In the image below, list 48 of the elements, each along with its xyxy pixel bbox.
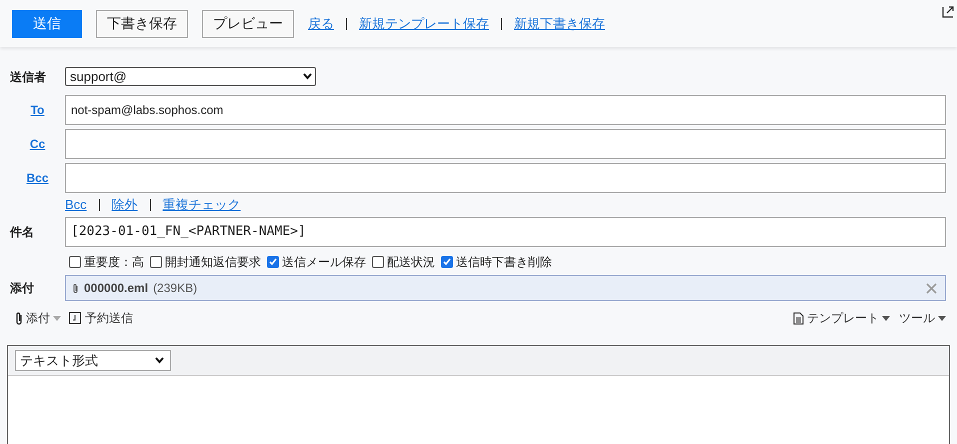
toolbar-button[interactable]: 下書き保存	[96, 10, 188, 38]
format-select[interactable]: テキスト形式	[15, 350, 171, 371]
checkbox-label: 配送状況	[387, 254, 435, 270]
tools-button[interactable]: ツール	[899, 309, 946, 327]
chevron-icon	[155, 357, 164, 364]
toolbar-button[interactable]: 送信	[12, 10, 82, 38]
field-label: 件名	[10, 225, 34, 239]
input-field[interactable]	[65, 163, 946, 193]
subject-field[interactable]: [2023-01-01_FN_<PARTNER-NAME>]	[65, 217, 946, 247]
chevron-icon	[303, 73, 312, 80]
toolbar-link[interactable]: 新規テンプレート保存	[359, 14, 489, 34]
toolbar-button[interactable]: プレビュー	[202, 10, 294, 38]
recipient-link[interactable]: To	[30, 103, 44, 117]
input-field[interactable]	[65, 129, 946, 159]
paperclip-icon	[15, 312, 23, 324]
checkbox-label: 重要度：高	[84, 254, 144, 270]
schedule-button[interactable]: 予約送信	[69, 309, 133, 327]
toolbar-link[interactable]: 戻る	[308, 14, 334, 34]
expand-icon[interactable]	[942, 6, 954, 18]
checkbox[interactable]	[150, 256, 162, 268]
caret-icon	[53, 316, 61, 320]
field-label: 添付	[10, 281, 34, 295]
address-link[interactable]: 重複チェック	[162, 194, 241, 214]
checkbox-label: 開封通知返信要求	[165, 254, 261, 270]
clock-icon	[69, 312, 81, 324]
caret-icon	[938, 316, 946, 320]
close-icon[interactable]	[926, 282, 937, 294]
checkbox[interactable]	[267, 256, 279, 268]
paperclip-icon	[72, 282, 79, 294]
checkbox-label: 送信メール保存	[282, 254, 366, 270]
address-link[interactable]: Bcc	[65, 194, 87, 214]
file-size: (239KB)	[153, 280, 198, 297]
input-field[interactable]: not-spam@labs.sophos.com	[65, 95, 946, 125]
template-button[interactable]: テンプレート	[793, 309, 890, 327]
recipient-link[interactable]: Bcc	[26, 171, 48, 185]
caret-icon	[882, 316, 890, 320]
recipient-link[interactable]: Cc	[30, 137, 46, 151]
document-icon	[793, 312, 804, 324]
checkbox[interactable]	[372, 256, 384, 268]
address-link[interactable]: 除外	[112, 194, 138, 214]
file-name[interactable]: 000000.eml	[84, 279, 148, 297]
attach-button[interactable]: 添付	[15, 309, 61, 327]
checkbox[interactable]	[69, 256, 81, 268]
checkbox[interactable]	[441, 256, 453, 268]
checkbox-label: 送信時下書き削除	[456, 254, 552, 270]
field-label: 送信者	[10, 70, 46, 84]
sender-select[interactable]: support@	[65, 67, 316, 86]
toolbar-link[interactable]: 新規下書き保存	[514, 14, 605, 34]
